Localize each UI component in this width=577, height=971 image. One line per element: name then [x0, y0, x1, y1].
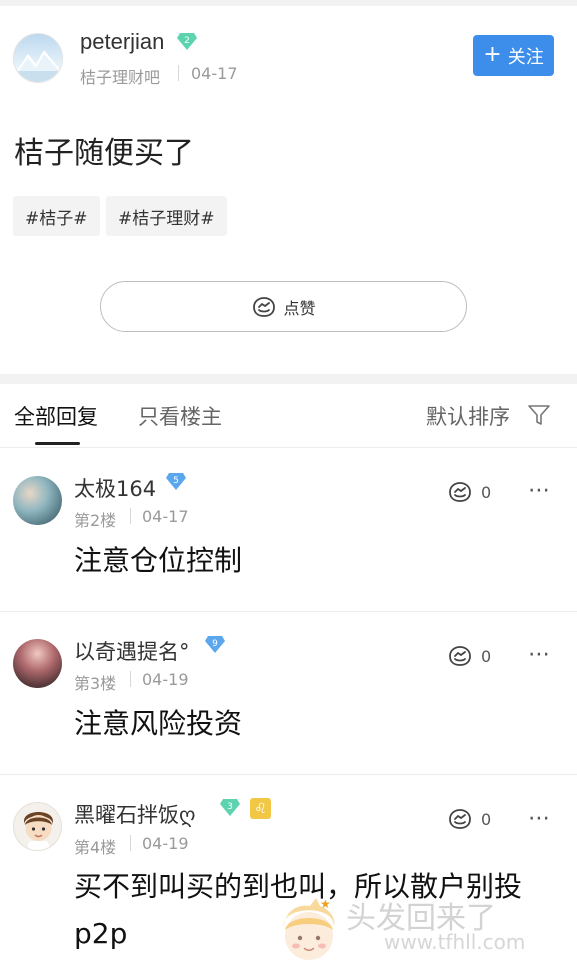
meta-separator [130, 835, 131, 851]
reply-date: 04-17 [142, 507, 189, 526]
avatar[interactable] [13, 639, 62, 688]
reply-date: 04-19 [142, 834, 189, 853]
reply-divider [0, 774, 577, 775]
reply-content-line-2: p2p [74, 917, 128, 950]
topic-tag[interactable]: #桔子# [13, 196, 100, 236]
reply-level-number: 9 [212, 639, 218, 649]
meta-separator [130, 671, 131, 687]
reply-author-name[interactable]: 太极164 [74, 473, 156, 503]
thumbs-up-icon [449, 646, 471, 666]
author-name[interactable]: peterjian [80, 29, 164, 55]
thumbs-up-icon [449, 482, 471, 502]
reply-like-count: 0 [481, 482, 492, 502]
watermark-logo-icon: ★ [276, 896, 342, 971]
avatar[interactable] [13, 802, 62, 851]
sort-button[interactable]: 默认排序 [426, 401, 510, 431]
thumbs-up-icon [449, 809, 471, 829]
reply-like-button[interactable]: 0 [447, 480, 491, 504]
more-dots-icon[interactable]: ⋯ [528, 478, 551, 503]
tab-all-replies[interactable]: 全部回复 [14, 401, 98, 431]
avatar[interactable] [13, 476, 62, 525]
thumbs-up-icon [253, 296, 276, 317]
tabs-divider [0, 447, 577, 448]
reply-content: 注意风险投资 [74, 707, 243, 740]
watermark-star: ★ [320, 897, 331, 911]
reply-author-name[interactable]: 黑曜石拌饭ღ [74, 799, 196, 829]
plus-icon: + [483, 41, 502, 67]
reply-content: 注意仓位控制 [74, 544, 243, 577]
meta-separator [178, 65, 179, 81]
reply-divider [0, 611, 577, 612]
more-dots-icon[interactable]: ⋯ [528, 806, 551, 831]
reply-like-count: 0 [481, 646, 492, 666]
post-content: 桔子随便买了 [14, 136, 194, 171]
top-divider [0, 0, 577, 6]
section-gap [0, 374, 577, 384]
reply-like-button[interactable]: 0 [447, 644, 491, 668]
reply-floor: 第3楼 [74, 674, 117, 693]
mountain-avatar-icon [14, 50, 62, 82]
cartoon-boy-avatar-icon [24, 812, 53, 850]
reply-author-name[interactable]: 以奇遇提名° [74, 636, 190, 666]
reply-like-count: 0 [481, 809, 492, 829]
tab-only-op[interactable]: 只看楼主 [138, 401, 222, 431]
watermark-url: www.tfhll.com [384, 930, 526, 954]
zodiac-badge-icon: ♌ [250, 798, 271, 819]
like-label: 点赞 [283, 298, 316, 318]
follow-label: 关注 [507, 46, 544, 68]
diamond-level-icon: 3 [219, 798, 241, 821]
diamond-level-icon: 9 [204, 635, 226, 658]
like-button[interactable]: 点赞 [100, 281, 467, 332]
forum-name[interactable]: 桔子理财吧 [80, 64, 160, 88]
active-tab-indicator [35, 442, 80, 445]
meta-separator [130, 508, 131, 524]
reply-like-button[interactable]: 0 [447, 807, 491, 831]
topic-tag[interactable]: #桔子理财# [106, 196, 227, 236]
reply-level-number: 5 [173, 476, 179, 486]
author-level-number: 2 [184, 36, 190, 46]
diamond-level-icon: 5 [165, 472, 187, 495]
author-avatar[interactable] [13, 33, 63, 83]
more-dots-icon[interactable]: ⋯ [528, 642, 551, 667]
filter-icon[interactable] [527, 403, 551, 431]
diamond-level-icon: 2 [176, 32, 197, 51]
reply-date: 04-19 [142, 670, 189, 689]
reply-floor: 第4楼 [74, 838, 117, 857]
post-date: 04-17 [191, 64, 238, 83]
reply-floor: 第2楼 [74, 511, 117, 530]
follow-button[interactable]: + 关注 [473, 35, 554, 76]
reply-level-number: 3 [227, 802, 233, 812]
